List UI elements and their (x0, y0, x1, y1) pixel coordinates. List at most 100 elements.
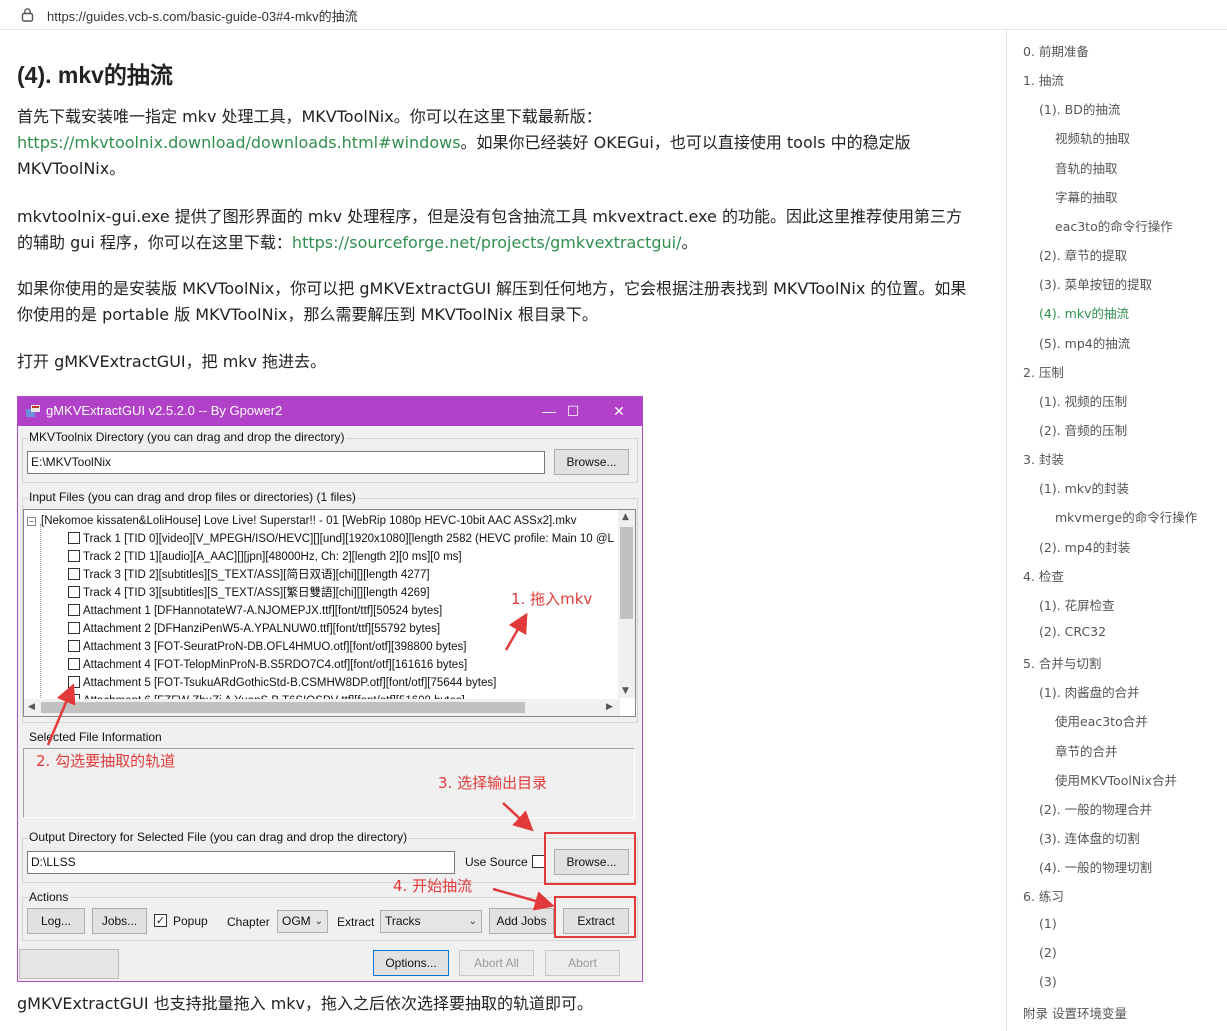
toc-item[interactable]: (2). 音频的压制 (1039, 420, 1127, 439)
chapter-label: Chapter (227, 915, 270, 929)
toc-item[interactable]: (4). mkv的抽流 (1039, 303, 1129, 322)
input-files-label: Input Files (you can drag and drop files… (29, 490, 358, 504)
collapse-icon[interactable]: − (27, 517, 36, 526)
vertical-scroll-thumb[interactable] (620, 527, 633, 619)
options-button[interactable]: Options... (373, 950, 449, 976)
tree-item-label: Attachment 1 [DFHannotateW7-A.NJOMEPJX.t… (83, 605, 443, 617)
toc-item[interactable]: 视频轨的抽取 (1055, 128, 1130, 147)
extract-mode-select[interactable]: Tracks ⌄ (380, 910, 482, 933)
track-checkbox[interactable] (68, 604, 80, 616)
tree-item-track-3[interactable]: Track 3 [TID 2][subtitles][S_TEXT/ASS][简… (68, 566, 430, 584)
app-icon (26, 405, 40, 417)
toc-item[interactable]: 5. 合并与切割 (1023, 653, 1101, 672)
tree-item-attachment-2[interactable]: Attachment 2 [DFHanziPenW5-A.YPALNUW0.tt… (68, 620, 440, 638)
output-dir-input[interactable]: D:\LLSS (27, 851, 455, 874)
toc-item[interactable]: 1. 抽流 (1023, 70, 1064, 89)
abort-button[interactable]: Abort (545, 950, 620, 976)
browse-mkv-dir-button[interactable]: Browse... (554, 449, 629, 475)
paragraph-4: 打开 gMKVExtractGUI，把 mkv 拖进去。 (17, 352, 327, 371)
tree-item-track-1[interactable]: Track 1 [TID 0][video][V_MPEGH/ISO/HEVC]… (68, 530, 614, 548)
address-bar[interactable]: https://guides.vcb-s.com/basic-guide-03#… (0, 0, 1227, 30)
toc-item[interactable]: (2) (1039, 945, 1057, 960)
tree-item-track-2[interactable]: Track 2 [TID 1][audio][A_AAC][][jpn][480… (68, 548, 462, 566)
toc-item[interactable]: (5). mp4的抽流 (1039, 333, 1130, 352)
mkv-dir-input[interactable]: E:\MKVToolNix (27, 451, 545, 474)
maximize-icon[interactable]: ☐ (550, 399, 596, 424)
toc-item[interactable]: (1). 肉酱盘的合并 (1039, 682, 1140, 701)
toc-item[interactable]: 字幕的抽取 (1055, 187, 1118, 206)
track-checkbox[interactable] (68, 550, 80, 562)
toc-item[interactable]: 0. 前期准备 (1023, 41, 1089, 60)
tree-item-label: Attachment 3 [FOT-SeuratProN-DB.OFL4HMUO… (83, 641, 467, 653)
horizontal-scroll-thumb[interactable] (41, 702, 525, 713)
toc-item[interactable]: 2. 压制 (1023, 362, 1064, 381)
toc-item[interactable]: 附录 设置环境变量 (1023, 1003, 1127, 1022)
toc-item[interactable]: 3. 封装 (1023, 449, 1064, 468)
tree-root-row[interactable]: − [Nekomoe kissaten&LoliHouse] Love Live!… (27, 512, 576, 530)
chapter-select[interactable]: OGM ⌄ (277, 910, 328, 933)
use-source-label: Use Source (465, 855, 528, 869)
toc-item[interactable]: eac3to的命令行操作 (1055, 216, 1173, 235)
url-text[interactable]: https://guides.vcb-s.com/basic-guide-03#… (47, 6, 358, 25)
toc-item[interactable]: (2). mp4的封装 (1039, 537, 1130, 556)
tree-item-label: Attachment 4 [FOT-TelopMinProN-B.S5RDO7C… (83, 659, 468, 671)
tree-item-label: Track 3 [TID 2][subtitles][S_TEXT/ASS][简… (83, 569, 430, 581)
scroll-right-icon[interactable]: ▶ (606, 702, 613, 712)
track-checkbox[interactable] (68, 586, 80, 598)
toc-item[interactable]: 音轨的抽取 (1055, 158, 1118, 177)
tree-item-attachment-3[interactable]: Attachment 3 [FOT-SeuratProN-DB.OFL4HMUO… (68, 638, 467, 656)
tree-item-attachment-4[interactable]: Attachment 4 [FOT-TelopMinProN-B.S5RDO7C… (68, 656, 467, 674)
annotation-step-1: 1. 拖入mkv (511, 590, 593, 608)
toc-item[interactable]: (1). 视频的压制 (1039, 391, 1127, 410)
toc-item[interactable]: 使用MKVToolNix合并 (1055, 770, 1177, 789)
toc-item[interactable]: (3). 连体盘的切割 (1039, 828, 1140, 847)
track-checkbox[interactable] (68, 532, 80, 544)
toc-item[interactable]: (1). 花屏检查 (1039, 595, 1115, 614)
track-tree[interactable]: − [Nekomoe kissaten&LoliHouse] Love Live!… (23, 509, 636, 717)
toc-item[interactable]: (1) (1039, 916, 1057, 931)
scroll-left-icon[interactable]: ◀ (28, 702, 35, 712)
toc-item[interactable]: 4. 检查 (1023, 566, 1064, 585)
track-checkbox[interactable] (68, 676, 80, 688)
toc-item[interactable]: (1). BD的抽流 (1039, 99, 1120, 118)
gmkvextractgui-window: gMKVExtractGUI v2.5.2.0 -- By Gpower2 — … (17, 396, 643, 982)
toc-item[interactable]: (2). CRC32 (1039, 624, 1106, 639)
toc-item[interactable]: (3) (1039, 974, 1057, 989)
progress-bar (19, 949, 119, 979)
close-icon[interactable]: ✕ (596, 399, 642, 424)
toc-item[interactable]: 6. 练习 (1023, 886, 1064, 905)
site-info-icon[interactable] (21, 7, 34, 22)
output-dir-label: Output Directory for Selected File (you … (29, 830, 410, 844)
chevron-down-icon: ⌄ (314, 916, 323, 927)
toc-item[interactable]: (1). mkv的封装 (1039, 478, 1129, 497)
tree-item-track-4[interactable]: Track 4 [TID 3][subtitles][S_TEXT/ASS][繁… (68, 584, 430, 602)
scroll-down-icon[interactable]: ▼ (622, 686, 629, 696)
gmkvextractgui-link[interactable]: https://sourceforge.net/projects/gmkvext… (292, 233, 682, 252)
paragraph-5: gMKVExtractGUI 也支持批量拖入 mkv，拖入之后依次选择要抽取的轨… (17, 994, 594, 1013)
scroll-up-icon[interactable]: ▲ (622, 512, 629, 522)
track-checkbox[interactable] (68, 640, 80, 652)
add-jobs-button[interactable]: Add Jobs (489, 908, 554, 934)
track-checkbox[interactable] (68, 568, 80, 580)
log-button[interactable]: Log... (27, 908, 85, 934)
toc-item[interactable]: (3). 菜单按钮的提取 (1039, 274, 1152, 293)
toc-item[interactable]: (2). 章节的提取 (1039, 245, 1127, 264)
toc-item[interactable]: 使用eac3to合并 (1055, 711, 1148, 730)
tree-horizontal-scrollbar[interactable]: ◀ ▶ (24, 699, 620, 716)
tree-vertical-scrollbar[interactable]: ▲ ▼ (618, 510, 635, 698)
jobs-button[interactable]: Jobs... (92, 908, 147, 934)
tree-item-attachment-5[interactable]: Attachment 5 [FOT-TsukuARdGothicStd-B.CS… (68, 674, 496, 692)
annotation-box-extract (554, 896, 636, 938)
tree-item-attachment-1[interactable]: Attachment 1 [DFHannotateW7-A.NJOMEPJX.t… (68, 602, 442, 620)
toc-item[interactable]: (2). 一般的物理合并 (1039, 799, 1152, 818)
toc-item[interactable]: 章节的合并 (1055, 741, 1118, 760)
mkvtoolnix-download-link[interactable]: https://mkvtoolnix.download/downloads.ht… (17, 133, 461, 152)
track-checkbox[interactable] (68, 622, 80, 634)
toc-item[interactable]: mkvmerge的命令行操作 (1055, 507, 1197, 526)
popup-checkbox[interactable]: ✓ (154, 914, 167, 927)
toc-item[interactable]: (4). 一般的物理切割 (1039, 857, 1152, 876)
extract-mode-value: Tracks (385, 914, 421, 928)
abort-all-button[interactable]: Abort All (459, 950, 534, 976)
track-checkbox[interactable] (68, 658, 80, 670)
chevron-down-icon: ⌄ (468, 916, 477, 927)
